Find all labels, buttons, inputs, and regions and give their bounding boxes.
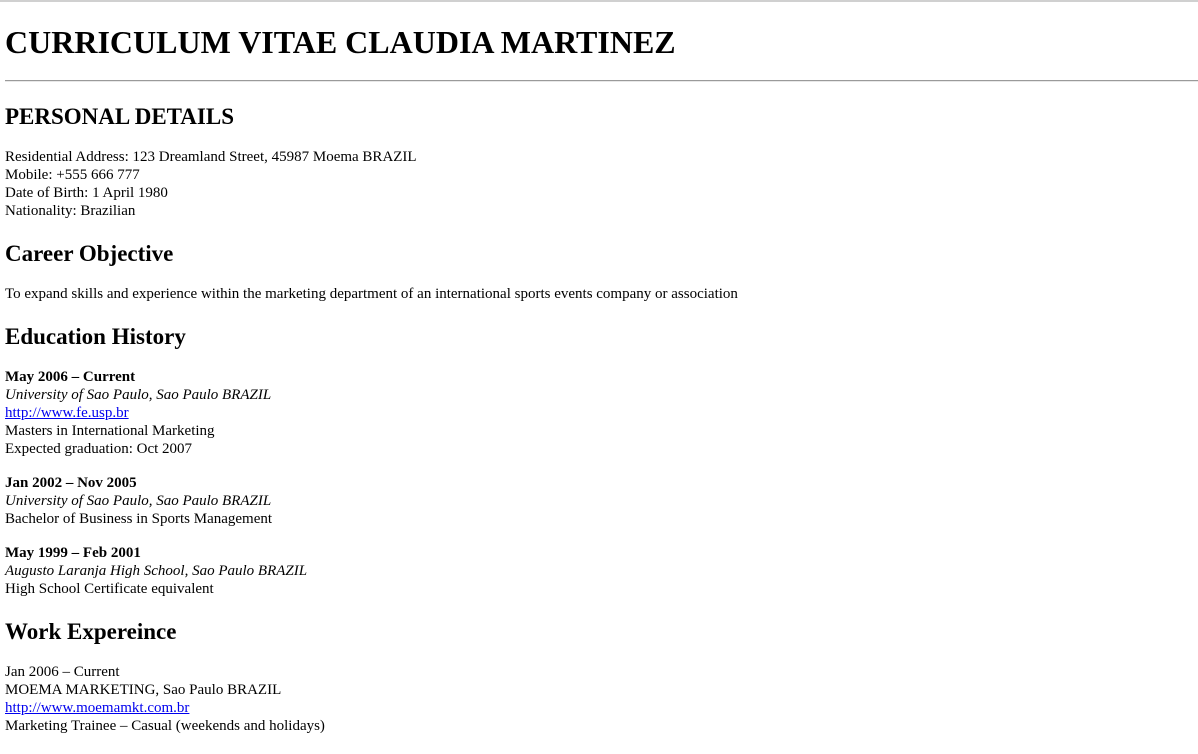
nationality: Nationality: Brazilian (5, 203, 136, 219)
career-objective-section: Career Objective To expand skills and ex… (5, 240, 1198, 303)
education-entries: May 2006 – Current University of Sao Pau… (5, 368, 1198, 598)
work-role: Marketing Trainee – Casual (weekends and… (5, 718, 325, 734)
employer-website-link[interactable]: http://www.moemamkt.com.br (5, 700, 189, 716)
work-experience-heading: Work Expereince (5, 619, 177, 644)
education-degree: High School Certificate equivalent (5, 581, 214, 597)
education-entry: May 2006 – Current University of Sao Pau… (5, 368, 1198, 458)
page-title: CURRICULUM VITAE CLAUDIA MARTINEZ (5, 24, 676, 60)
work-entry: Jan 2006 – Current MOEMA MARKETING, Sao … (5, 663, 1198, 735)
education-dates: Jan 2002 – Nov 2005 (5, 475, 137, 491)
personal-details-section: PERSONAL DETAILS Residential Address: 12… (5, 103, 1198, 220)
work-employer: MOEMA MARKETING, Sao Paulo BRAZIL (5, 682, 282, 698)
education-dates: May 1999 – Feb 2001 (5, 545, 141, 561)
education-entry: May 1999 – Feb 2001 Augusto Laranja High… (5, 544, 1198, 598)
institution-website-link[interactable]: http://www.fe.usp.br (5, 405, 129, 421)
date-of-birth: Date of Birth: 1 April 1980 (5, 185, 168, 201)
personal-details-heading: PERSONAL DETAILS (5, 104, 235, 129)
personal-details-body: Residential Address: 123 Dreamland Stree… (5, 148, 1198, 220)
education-history-section: Education History May 2006 – Current Uni… (5, 323, 1198, 598)
mobile-number: Mobile: +555 666 777 (5, 167, 140, 183)
education-degree: Bachelor of Business in Sports Managemen… (5, 511, 273, 527)
career-objective-body: To expand skills and experience within t… (5, 285, 1198, 303)
education-history-heading: Education History (5, 324, 186, 349)
title-divider (5, 80, 1198, 82)
work-experience-section: Work Expereince Jan 2006 – Current MOEMA… (5, 618, 1198, 735)
top-border (0, 0, 1198, 2)
education-dates: May 2006 – Current (5, 369, 136, 385)
education-degree: Masters in International Marketing (5, 423, 215, 439)
residential-address: Residential Address: 123 Dreamland Stree… (5, 149, 417, 165)
career-objective-heading: Career Objective (5, 241, 174, 266)
education-institution: University of Sao Paulo, Sao Paulo BRAZI… (5, 387, 272, 403)
work-entries: Jan 2006 – Current MOEMA MARKETING, Sao … (5, 663, 1198, 735)
education-note: Expected graduation: Oct 2007 (5, 441, 193, 457)
career-objective-text: To expand skills and experience within t… (5, 286, 738, 302)
education-entry: Jan 2002 – Nov 2005 University of Sao Pa… (5, 474, 1198, 528)
education-institution: Augusto Laranja High School, Sao Paulo B… (5, 563, 308, 579)
work-dates: Jan 2006 – Current (5, 664, 120, 680)
education-institution: University of Sao Paulo, Sao Paulo BRAZI… (5, 493, 272, 509)
cv-document: CURRICULUM VITAE CLAUDIA MARTINEZ PERSON… (0, 0, 1198, 735)
